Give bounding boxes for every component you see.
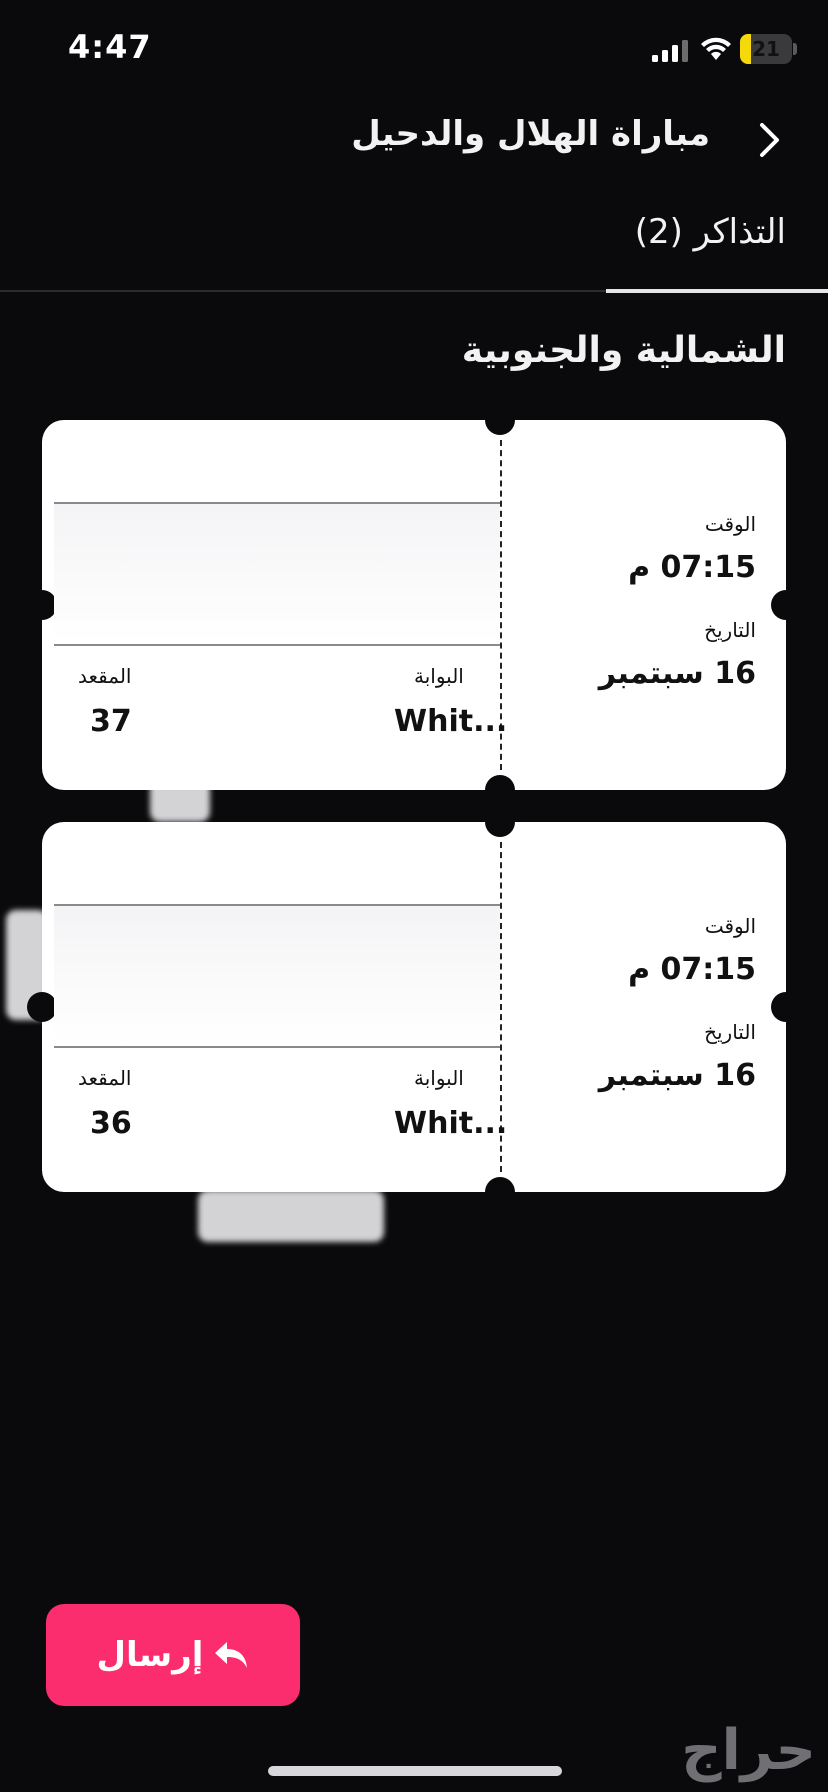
time-value: 07:15 م — [628, 952, 756, 987]
ticket-separator — [54, 502, 500, 504]
page-title: مباراة الهلال والدحيل — [351, 114, 710, 154]
ticket-separator — [54, 1046, 500, 1048]
ticket-separator — [54, 904, 500, 906]
status-bar: 4:47 21 — [0, 0, 828, 100]
time-label: الوقت — [704, 914, 756, 938]
battery-percent: 21 — [752, 37, 780, 61]
date-label: التاريخ — [704, 1020, 756, 1044]
gate-value: Whit... — [394, 704, 508, 739]
ticket-card[interactable]: الوقت 07:15 م التاريخ 16 سبتمبر البوابة … — [27, 405, 801, 805]
tab-tickets[interactable]: التذاكر (2) — [635, 212, 786, 252]
seat-value: 36 — [90, 1106, 132, 1141]
ticket-notch — [485, 807, 515, 837]
date-value: 16 سبتمبر — [598, 1058, 756, 1093]
time-value: 07:15 م — [628, 550, 756, 585]
ticket-notch — [27, 992, 57, 1022]
tab-bar: التذاكر (2) — [0, 200, 828, 293]
ticket-notch — [771, 992, 801, 1022]
wifi-icon — [701, 37, 731, 60]
reply-arrow-icon — [215, 1642, 248, 1668]
haraj-watermark: حراج — [681, 1718, 816, 1783]
send-button-label: إرسال — [96, 1635, 204, 1675]
battery-icon: 21 — [740, 34, 792, 64]
ticket-separator — [54, 644, 500, 646]
redacted-area — [54, 504, 500, 642]
send-button[interactable]: إرسال — [46, 1604, 300, 1706]
home-indicator[interactable] — [268, 1766, 562, 1776]
ticket-notch — [485, 1177, 515, 1207]
cellular-signal-icon — [652, 40, 688, 62]
ticket-notch — [485, 775, 515, 805]
gate-label: البوابة — [414, 1066, 464, 1090]
nav-header: مباراة الهلال والدحيل — [0, 100, 828, 180]
ticket-notch — [485, 405, 515, 435]
seat-label: المقعد — [78, 664, 132, 688]
back-button[interactable] — [748, 118, 792, 162]
status-time: 4:47 — [68, 28, 152, 66]
time-label: الوقت — [704, 512, 756, 536]
blurred-artifact — [198, 1190, 384, 1242]
battery-cap — [793, 43, 797, 55]
redacted-area — [54, 906, 500, 1044]
chevron-right-icon — [760, 123, 779, 157]
ticket-notch — [771, 590, 801, 620]
date-value: 16 سبتمبر — [598, 656, 756, 691]
gate-label: البوابة — [414, 664, 464, 688]
date-label: التاريخ — [704, 618, 756, 642]
gate-value: Whit... — [394, 1106, 508, 1141]
section-title: الشمالية والجنوبية — [461, 330, 786, 371]
ticket-card[interactable]: الوقت 07:15 م التاريخ 16 سبتمبر البوابة … — [27, 807, 801, 1207]
seat-label: المقعد — [78, 1066, 132, 1090]
ticket-notch — [27, 590, 57, 620]
seat-value: 37 — [90, 704, 132, 739]
tab-selected-indicator — [606, 289, 828, 293]
